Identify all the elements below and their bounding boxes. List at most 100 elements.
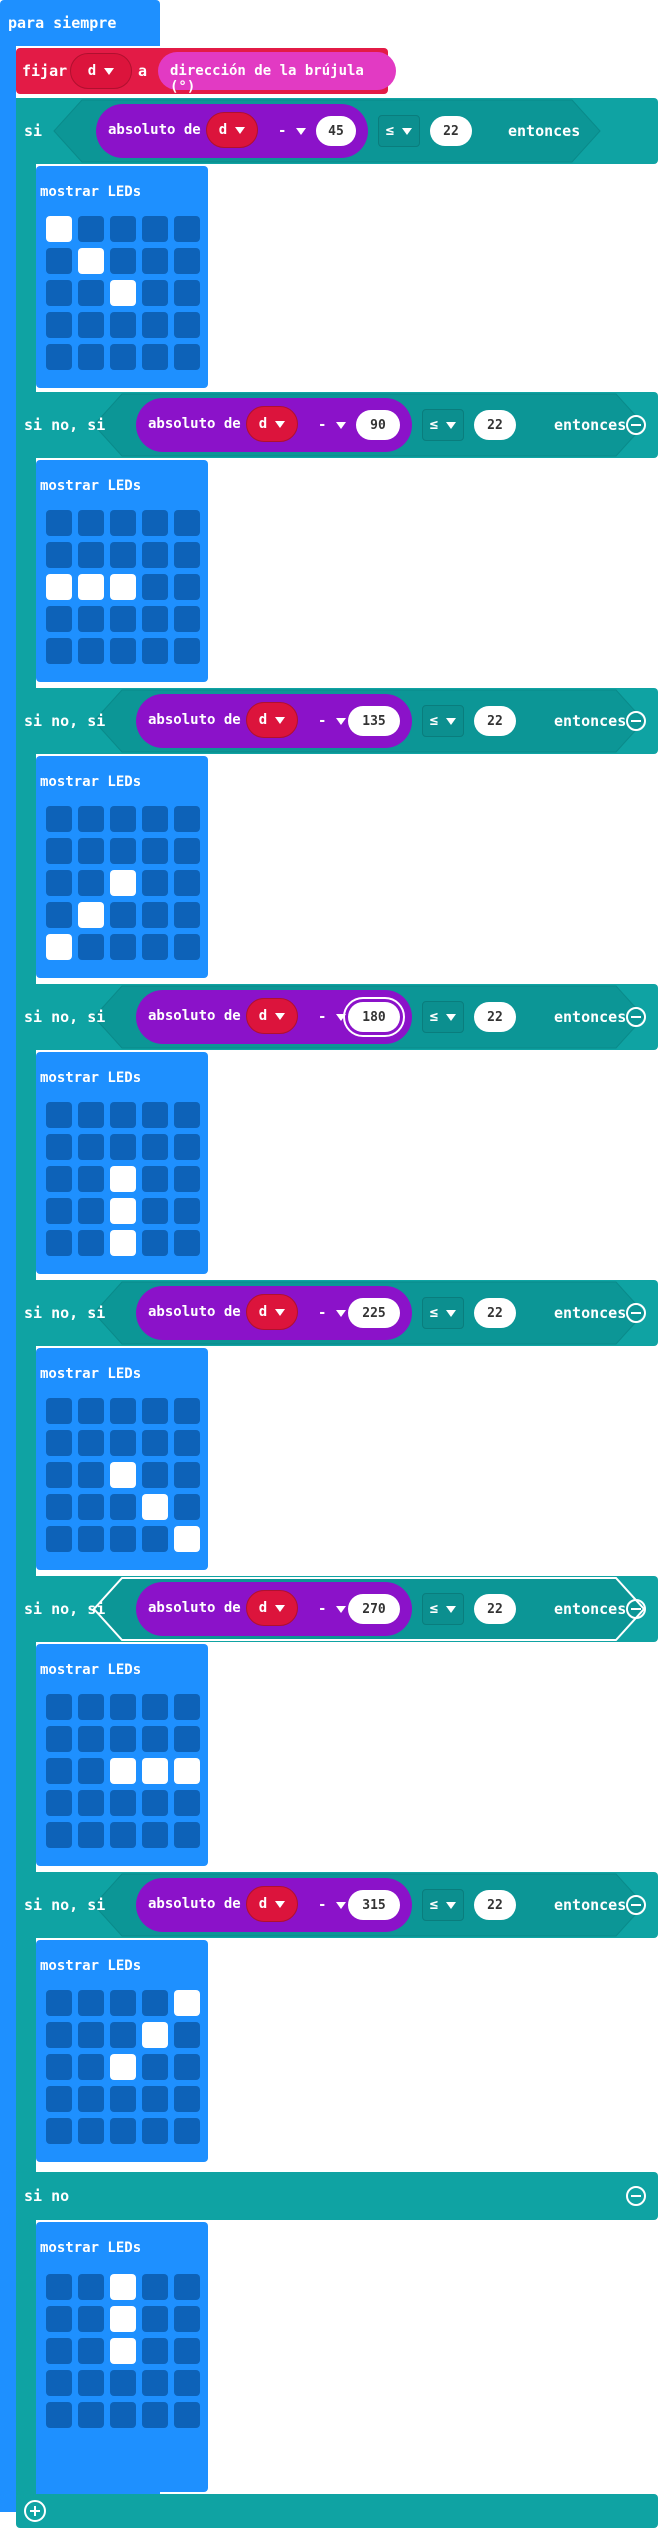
- led-cell[interactable]: [78, 870, 104, 896]
- led-cell[interactable]: [46, 2370, 72, 2396]
- led-cell[interactable]: [78, 280, 104, 306]
- led-cell[interactable]: [46, 638, 72, 664]
- led-cell[interactable]: [78, 1230, 104, 1256]
- led-cell[interactable]: [110, 1102, 136, 1128]
- led-cell[interactable]: [174, 280, 200, 306]
- led-cell[interactable]: [110, 280, 136, 306]
- led-cell[interactable]: [78, 2274, 104, 2300]
- led-cell[interactable]: [142, 216, 168, 242]
- minus-circle-icon[interactable]: [626, 1895, 646, 1915]
- absolute-value-block[interactable]: absoluto de d - 90: [136, 398, 412, 452]
- led-cell[interactable]: [174, 2086, 200, 2112]
- threshold-number-input[interactable]: 22: [474, 1002, 516, 1032]
- led-cell[interactable]: [174, 1166, 200, 1192]
- led-cell[interactable]: [142, 806, 168, 832]
- led-cell[interactable]: [174, 1758, 200, 1784]
- led-cell[interactable]: [142, 542, 168, 568]
- led-cell[interactable]: [78, 2054, 104, 2080]
- led-cell[interactable]: [46, 1822, 72, 1848]
- variable-d-reporter[interactable]: d: [246, 1590, 298, 1626]
- threshold-number-input[interactable]: 22: [430, 116, 472, 146]
- variable-d-reporter[interactable]: d: [206, 112, 258, 148]
- minus-circle-icon[interactable]: [626, 711, 646, 731]
- subtract-operator-dropdown[interactable]: -: [318, 713, 347, 729]
- led-cell[interactable]: [78, 1198, 104, 1224]
- led-cell[interactable]: [174, 2274, 200, 2300]
- led-cell[interactable]: [46, 1694, 72, 1720]
- subtract-operator-dropdown[interactable]: -: [318, 1897, 347, 1913]
- led-cell[interactable]: [46, 2054, 72, 2080]
- led-cell[interactable]: [142, 638, 168, 664]
- angle-number-input[interactable]: 315: [348, 1890, 400, 1920]
- comparison-operator-dropdown[interactable]: ≤: [422, 1593, 464, 1625]
- led-cell[interactable]: [110, 1494, 136, 1520]
- led-cell[interactable]: [46, 280, 72, 306]
- led-cell[interactable]: [110, 638, 136, 664]
- led-cell[interactable]: [174, 1726, 200, 1752]
- minus-circle-icon[interactable]: [626, 415, 646, 435]
- else-if-condition-row[interactable]: si no, si absoluto de d - 90 ≤22 entonces: [16, 392, 658, 458]
- led-cell[interactable]: [78, 1430, 104, 1456]
- led-cell[interactable]: [142, 344, 168, 370]
- led-cell[interactable]: [142, 574, 168, 600]
- led-cell[interactable]: [110, 606, 136, 632]
- led-cell[interactable]: [110, 344, 136, 370]
- subtract-operator-dropdown[interactable]: -: [318, 1305, 347, 1321]
- set-variable-block[interactable]: fijar d a dirección de la brújula (°): [16, 48, 396, 95]
- led-cell[interactable]: [110, 1758, 136, 1784]
- led-cell[interactable]: [142, 1430, 168, 1456]
- led-cell[interactable]: [174, 344, 200, 370]
- led-cell[interactable]: [78, 902, 104, 928]
- led-cell[interactable]: [46, 1758, 72, 1784]
- led-cell[interactable]: [142, 1494, 168, 1520]
- led-cell[interactable]: [78, 542, 104, 568]
- else-if-condition-row[interactable]: si no, si absoluto de d - 270 ≤22 entonces: [16, 1576, 658, 1642]
- led-cell[interactable]: [78, 2402, 104, 2428]
- led-cell[interactable]: [174, 1398, 200, 1424]
- led-cell[interactable]: [78, 2338, 104, 2364]
- angle-number-input[interactable]: 90: [356, 410, 400, 440]
- led-cell[interactable]: [110, 1430, 136, 1456]
- led-cell[interactable]: [174, 934, 200, 960]
- comparison-operator-dropdown[interactable]: ≤: [422, 409, 464, 441]
- led-cell[interactable]: [46, 1198, 72, 1224]
- led-cell[interactable]: [174, 510, 200, 536]
- led-cell[interactable]: [142, 280, 168, 306]
- variable-dropdown[interactable]: d: [70, 53, 132, 89]
- led-cell[interactable]: [78, 216, 104, 242]
- led-cell[interactable]: [142, 2402, 168, 2428]
- absolute-value-block[interactable]: absoluto de d -180: [136, 990, 412, 1044]
- led-cell[interactable]: [46, 1990, 72, 2016]
- led-cell[interactable]: [78, 1494, 104, 1520]
- else-if-condition-row[interactable]: si no, si absoluto de d -180 ≤22 entonces: [16, 984, 658, 1050]
- led-cell[interactable]: [78, 934, 104, 960]
- led-cell[interactable]: [174, 1134, 200, 1160]
- led-cell[interactable]: [142, 1790, 168, 1816]
- led-cell[interactable]: [174, 2118, 200, 2144]
- led-cell[interactable]: [110, 1166, 136, 1192]
- led-cell[interactable]: [142, 838, 168, 864]
- led-cell[interactable]: [142, 248, 168, 274]
- led-cell[interactable]: [174, 1790, 200, 1816]
- led-cell[interactable]: [46, 1398, 72, 1424]
- led-cell[interactable]: [142, 1398, 168, 1424]
- led-cell[interactable]: [46, 1462, 72, 1488]
- led-cell[interactable]: [174, 2402, 200, 2428]
- led-cell[interactable]: [174, 870, 200, 896]
- comparison-operator-dropdown[interactable]: ≤: [422, 705, 464, 737]
- led-cell[interactable]: [78, 1758, 104, 1784]
- led-cell[interactable]: [174, 2338, 200, 2364]
- led-cell[interactable]: [110, 902, 136, 928]
- led-cell[interactable]: [174, 2022, 200, 2048]
- led-cell[interactable]: [46, 344, 72, 370]
- led-cell[interactable]: [78, 1102, 104, 1128]
- show-leds-block[interactable]: mostrar LEDs: [36, 460, 208, 682]
- led-cell[interactable]: [174, 574, 200, 600]
- led-cell[interactable]: [78, 2370, 104, 2396]
- led-cell[interactable]: [78, 606, 104, 632]
- led-cell[interactable]: [174, 2306, 200, 2332]
- threshold-number-input[interactable]: 22: [474, 410, 516, 440]
- led-cell[interactable]: [142, 2370, 168, 2396]
- led-cell[interactable]: [174, 248, 200, 274]
- led-cell[interactable]: [46, 2306, 72, 2332]
